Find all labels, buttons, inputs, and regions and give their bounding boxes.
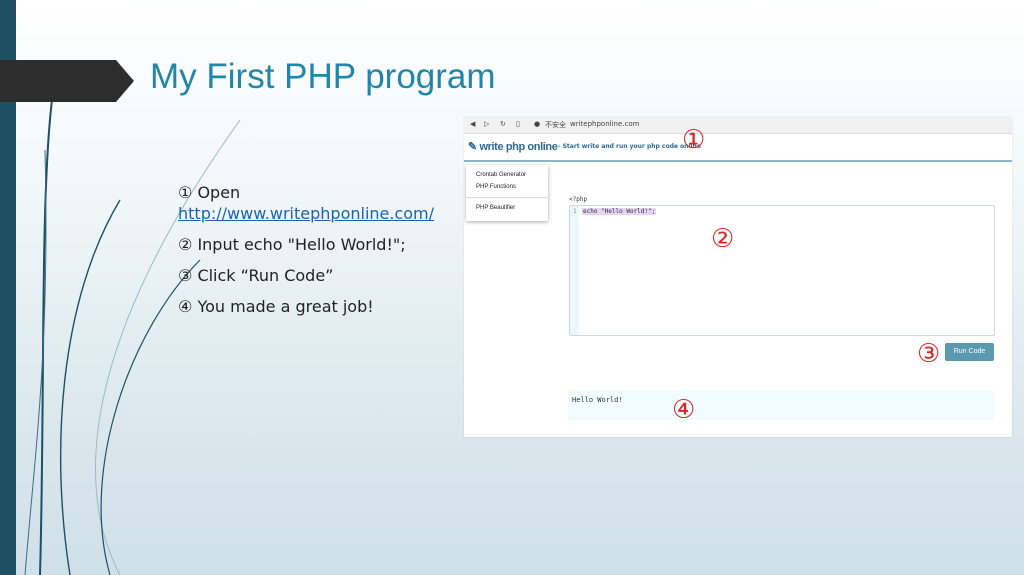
output-panel: Hello World! xyxy=(568,390,994,420)
site-tagline: - Start write and run your php code onli… xyxy=(558,143,701,150)
step-number: ③ xyxy=(178,266,193,285)
reload-icon[interactable]: ↻ xyxy=(500,120,506,128)
forward-icon[interactable]: ▷ xyxy=(484,120,489,128)
bullet-text: You made a great job! xyxy=(197,297,374,316)
site-header: ✎ write php online - Start write and run… xyxy=(464,134,1012,162)
callout-number-2: ② xyxy=(711,224,735,254)
callout-number-4: ④ xyxy=(672,395,696,425)
callout-number-3: ③ xyxy=(917,339,941,369)
bullet-text: Open xyxy=(197,183,241,202)
address-bar[interactable]: writephponline.com xyxy=(570,120,639,128)
security-label: 不安全 xyxy=(545,121,566,129)
tools-menu: Crontab Generator PHP Functions PHP Beau… xyxy=(466,165,548,221)
bullet-list: ① Open http://www.writephponline.com/ ② … xyxy=(148,182,448,327)
slide-title: My First PHP program xyxy=(150,57,496,96)
step-number: ② xyxy=(178,235,193,254)
bullet-text: Input echo "Hello World!"; xyxy=(197,235,406,254)
bullet-item-1: ① Open http://www.writephponline.com/ xyxy=(148,182,448,224)
editor-gutter xyxy=(570,206,579,335)
title-arrow-shape xyxy=(0,60,134,102)
step-number: ④ xyxy=(178,297,193,316)
output-text: Hello World! xyxy=(572,396,623,404)
bullet-text: Click “Run Code” xyxy=(197,266,334,285)
menu-item-php-functions[interactable]: PHP Functions xyxy=(476,184,516,190)
bullet-item-2: ② Input echo "Hello World!"; xyxy=(148,234,448,255)
bullet-item-3: ③ Click “Run Code” xyxy=(148,265,448,286)
bookmark-icon[interactable]: ▯ xyxy=(516,120,520,128)
menu-divider xyxy=(466,197,548,198)
site-logo[interactable]: ✎ write php online xyxy=(468,140,558,153)
code-editor[interactable]: 1 echo "Hello World!"; xyxy=(569,205,995,336)
website-screenshot: ◀ ▷ ↻ ▯ ● 不安全 writephponline.com ✎ write… xyxy=(464,117,1012,437)
php-open-tag: <?php xyxy=(569,196,588,203)
pencil-icon: ✎ xyxy=(468,141,477,153)
callout-number-1: ① xyxy=(682,125,706,155)
code-line[interactable]: echo "Hello World!"; xyxy=(582,208,657,215)
back-icon[interactable]: ◀ xyxy=(470,120,475,128)
bullet-item-4: ④ You made a great job! xyxy=(148,296,448,317)
info-icon: ● xyxy=(534,120,541,128)
site-logo-text: write php online xyxy=(479,141,558,153)
menu-item-crontab[interactable]: Crontab Generator xyxy=(476,172,526,178)
writephponline-link[interactable]: http://www.writephponline.com/ xyxy=(178,203,448,224)
step-number: ① xyxy=(178,183,193,202)
run-code-button[interactable]: Run Code xyxy=(945,343,994,361)
line-number: 1 xyxy=(573,208,577,215)
browser-toolbar: ◀ ▷ ↻ ▯ ● 不安全 writephponline.com xyxy=(464,117,1012,134)
menu-item-php-beautifier[interactable]: PHP Beautifier xyxy=(476,205,515,211)
